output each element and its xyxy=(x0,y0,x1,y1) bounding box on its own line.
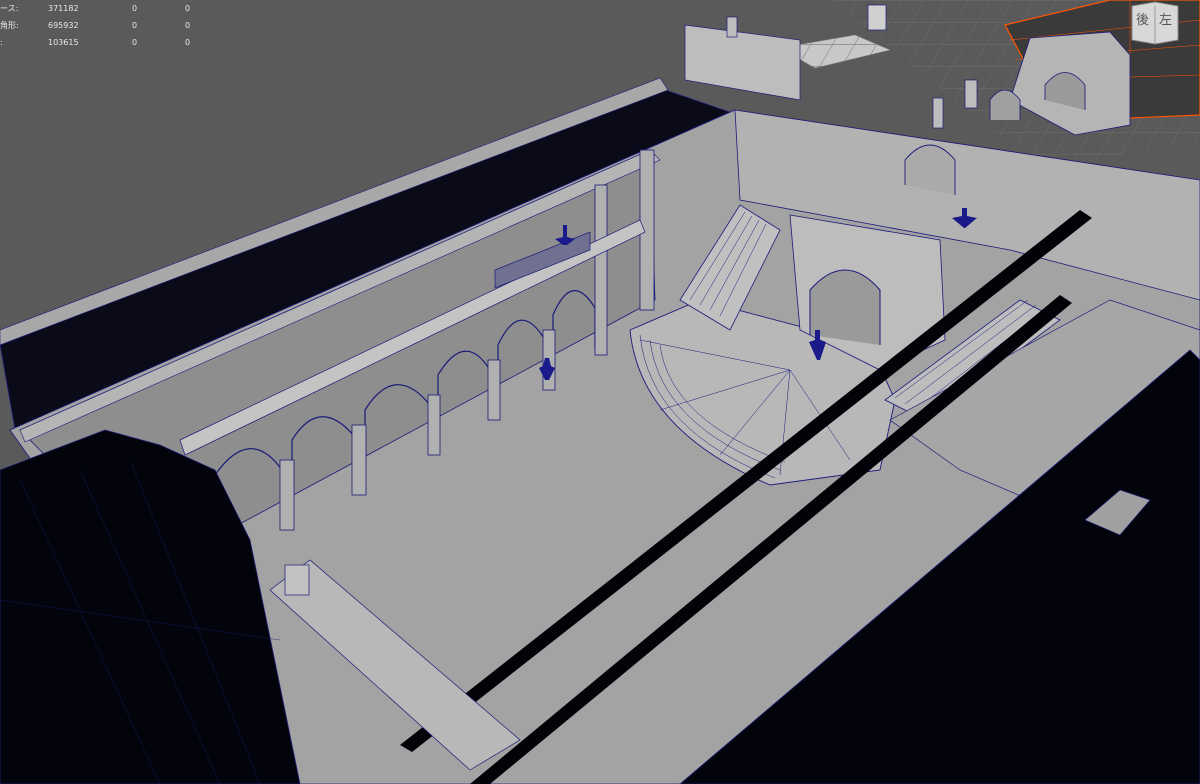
hud-value: 0 xyxy=(185,38,191,47)
hud-value: 0 xyxy=(132,21,138,30)
3d-viewport[interactable] xyxy=(0,0,1200,784)
view-cube-left-label[interactable]: 左 xyxy=(1159,9,1172,28)
hud-value: 371182 xyxy=(48,4,79,13)
hud-label: : xyxy=(0,38,3,47)
polygon-count-hud: ース: 371182 0 0 角形: 695932 0 0 : 103615 0… xyxy=(0,0,200,51)
hud-row-triangles: 角形: 695932 0 0 xyxy=(0,17,200,34)
hud-label: ース: xyxy=(0,4,19,13)
hud-value: 0 xyxy=(132,4,138,13)
hud-value: 103615 xyxy=(48,38,79,47)
view-cube-back-label[interactable]: 後 xyxy=(1136,9,1149,28)
view-cube[interactable]: 後 左 xyxy=(1128,0,1182,46)
hud-value: 0 xyxy=(185,21,191,30)
hud-row-uvs: : 103615 0 0 xyxy=(0,34,200,51)
hud-value: 0 xyxy=(132,38,138,47)
hud-value: 695932 xyxy=(48,21,79,30)
hud-value: 0 xyxy=(185,4,191,13)
hud-label: 角形: xyxy=(0,21,19,30)
hud-row-vertices: ース: 371182 0 0 xyxy=(0,0,200,17)
